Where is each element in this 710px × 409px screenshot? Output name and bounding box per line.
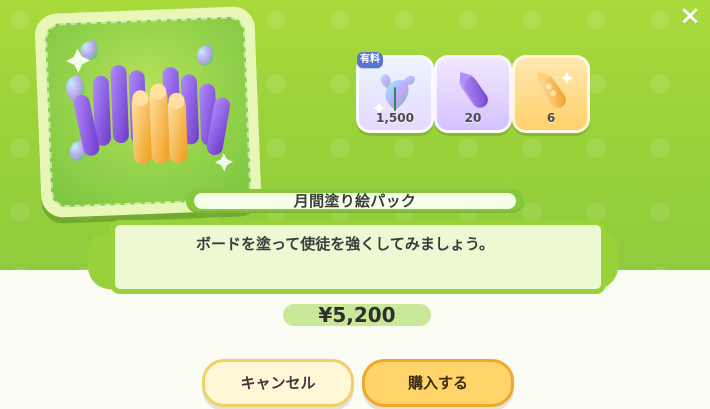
buy-button[interactable]: 購入する	[362, 359, 514, 407]
pack-title: 月間塗り絵パック	[293, 192, 417, 210]
item-orange-crayon: 6	[512, 55, 590, 133]
item-quantity: 20	[464, 111, 482, 125]
purple-crayon-icon	[459, 71, 488, 108]
item-rainbow-leaf: 有料 1,500	[356, 52, 434, 133]
rainbow-leaf-icon	[373, 74, 415, 114]
cancel-button[interactable]: キャンセル	[202, 359, 354, 407]
crayon-bundle-illustration	[65, 39, 233, 172]
item-quantity: 1,500	[376, 111, 414, 125]
product-card	[34, 5, 262, 219]
price: ¥5,200	[318, 303, 396, 327]
item-purple-crayon: 20	[434, 55, 512, 133]
close-icon[interactable]: ×	[676, 2, 704, 30]
pack-description: ボードを塗って使徒を強くしてみましょう。	[196, 235, 494, 253]
orange-crayon-icon	[537, 71, 573, 108]
item-quantity: 6	[546, 111, 556, 125]
title-bar: 月間塗り絵パック	[186, 189, 524, 213]
